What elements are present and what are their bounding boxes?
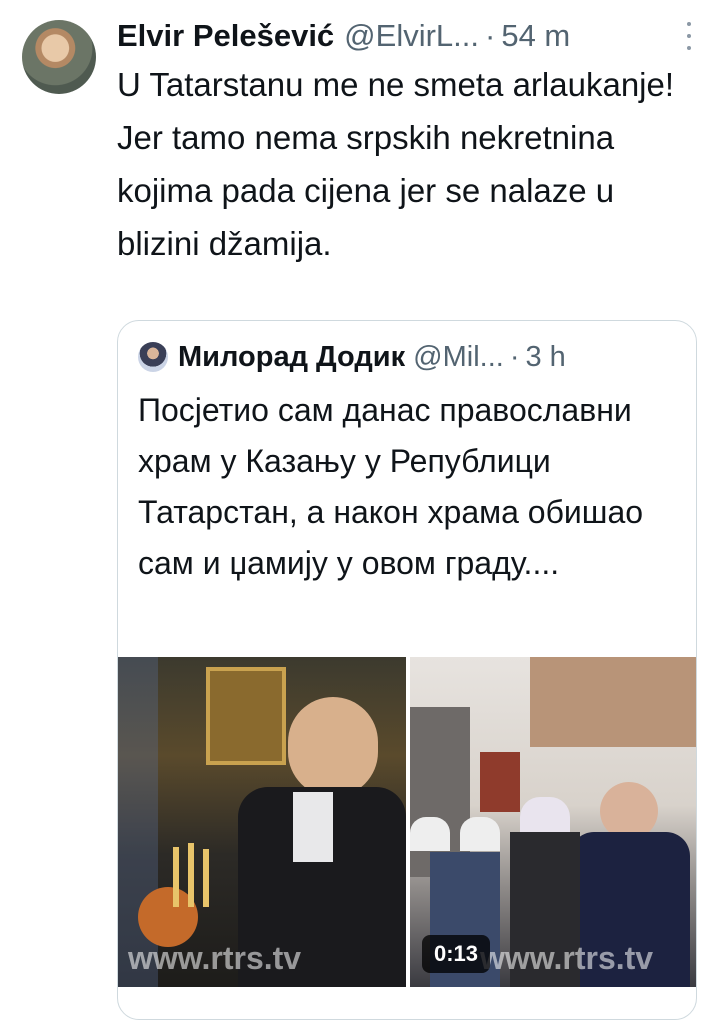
- watermark: www.rtrs.tv: [128, 940, 302, 976]
- watermark: www.rtrs.tv: [480, 940, 654, 976]
- quoted-author-name[interactable]: Милорад Додик: [178, 341, 405, 374]
- more-icon[interactable]: [684, 22, 694, 50]
- timestamp[interactable]: 54 m: [501, 18, 570, 54]
- avatar[interactable]: [22, 20, 96, 94]
- quoted-avatar[interactable]: [138, 342, 168, 372]
- quoted-tweet-header: Милорад Додик @Mil... · 3 h: [138, 339, 678, 375]
- author-name[interactable]: Elvir Pelešević: [117, 18, 334, 54]
- media-image-church[interactable]: www.rtrs.tv: [118, 657, 406, 987]
- separator: ·: [485, 18, 496, 53]
- quoted-separator: ·: [509, 340, 520, 373]
- quoted-author-handle[interactable]: @Mil...: [413, 341, 504, 374]
- media-video-mosque[interactable]: www.rtrs.tv 0:13: [410, 657, 696, 987]
- tweet-text: U Tatarstanu me ne smeta arlaukanje! Jer…: [117, 66, 675, 262]
- quoted-timestamp[interactable]: 3 h: [525, 341, 565, 374]
- media-grid: www.rtrs.tv www.rtrs.tv 0:13: [118, 657, 696, 987]
- video-duration-badge: 0:13: [422, 935, 491, 973]
- author-handle[interactable]: @ElvirL...: [344, 18, 479, 54]
- quoted-tweet[interactable]: Милорад Додик @Mil... · 3 h Посјетио сам…: [117, 320, 697, 1020]
- tweet-header: Elvir Pelešević @ElvirL... · 54 m: [117, 12, 694, 60]
- quoted-tweet-text: Посјетио сам данас православни храм у Ка…: [138, 392, 644, 581]
